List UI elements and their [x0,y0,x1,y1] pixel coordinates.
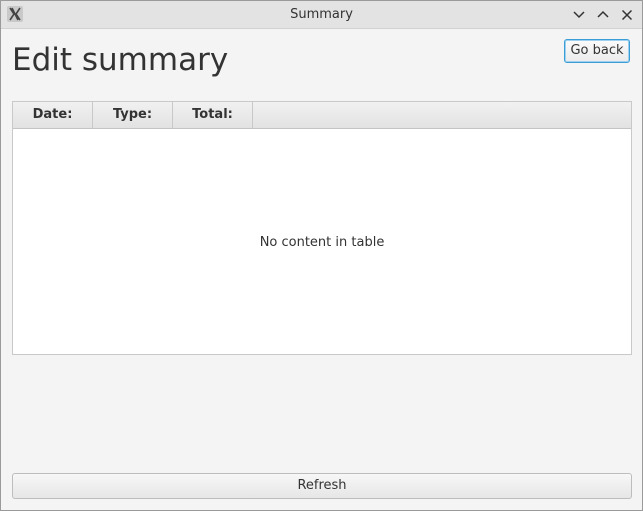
column-header-filler [253,102,631,128]
chevron-down-icon[interactable] [571,7,587,23]
table-header: Date: Type: Total: [13,102,631,129]
window: Summary Edit summary Go back Date: Type:… [0,0,643,511]
title-bar[interactable]: Summary [1,1,642,29]
column-header-total[interactable]: Total: [173,102,253,128]
close-icon[interactable] [619,7,635,23]
summary-table[interactable]: Date: Type: Total: No content in table [12,101,632,355]
column-header-type[interactable]: Type: [93,102,173,128]
window-title: Summary [290,7,353,22]
table-empty-message: No content in table [259,235,385,250]
column-header-date[interactable]: Date: [13,102,93,128]
page-title: Edit summary [12,42,229,78]
go-back-button[interactable]: Go back [564,39,630,63]
refresh-button[interactable]: Refresh [12,473,632,499]
chevron-up-icon[interactable] [595,7,611,23]
